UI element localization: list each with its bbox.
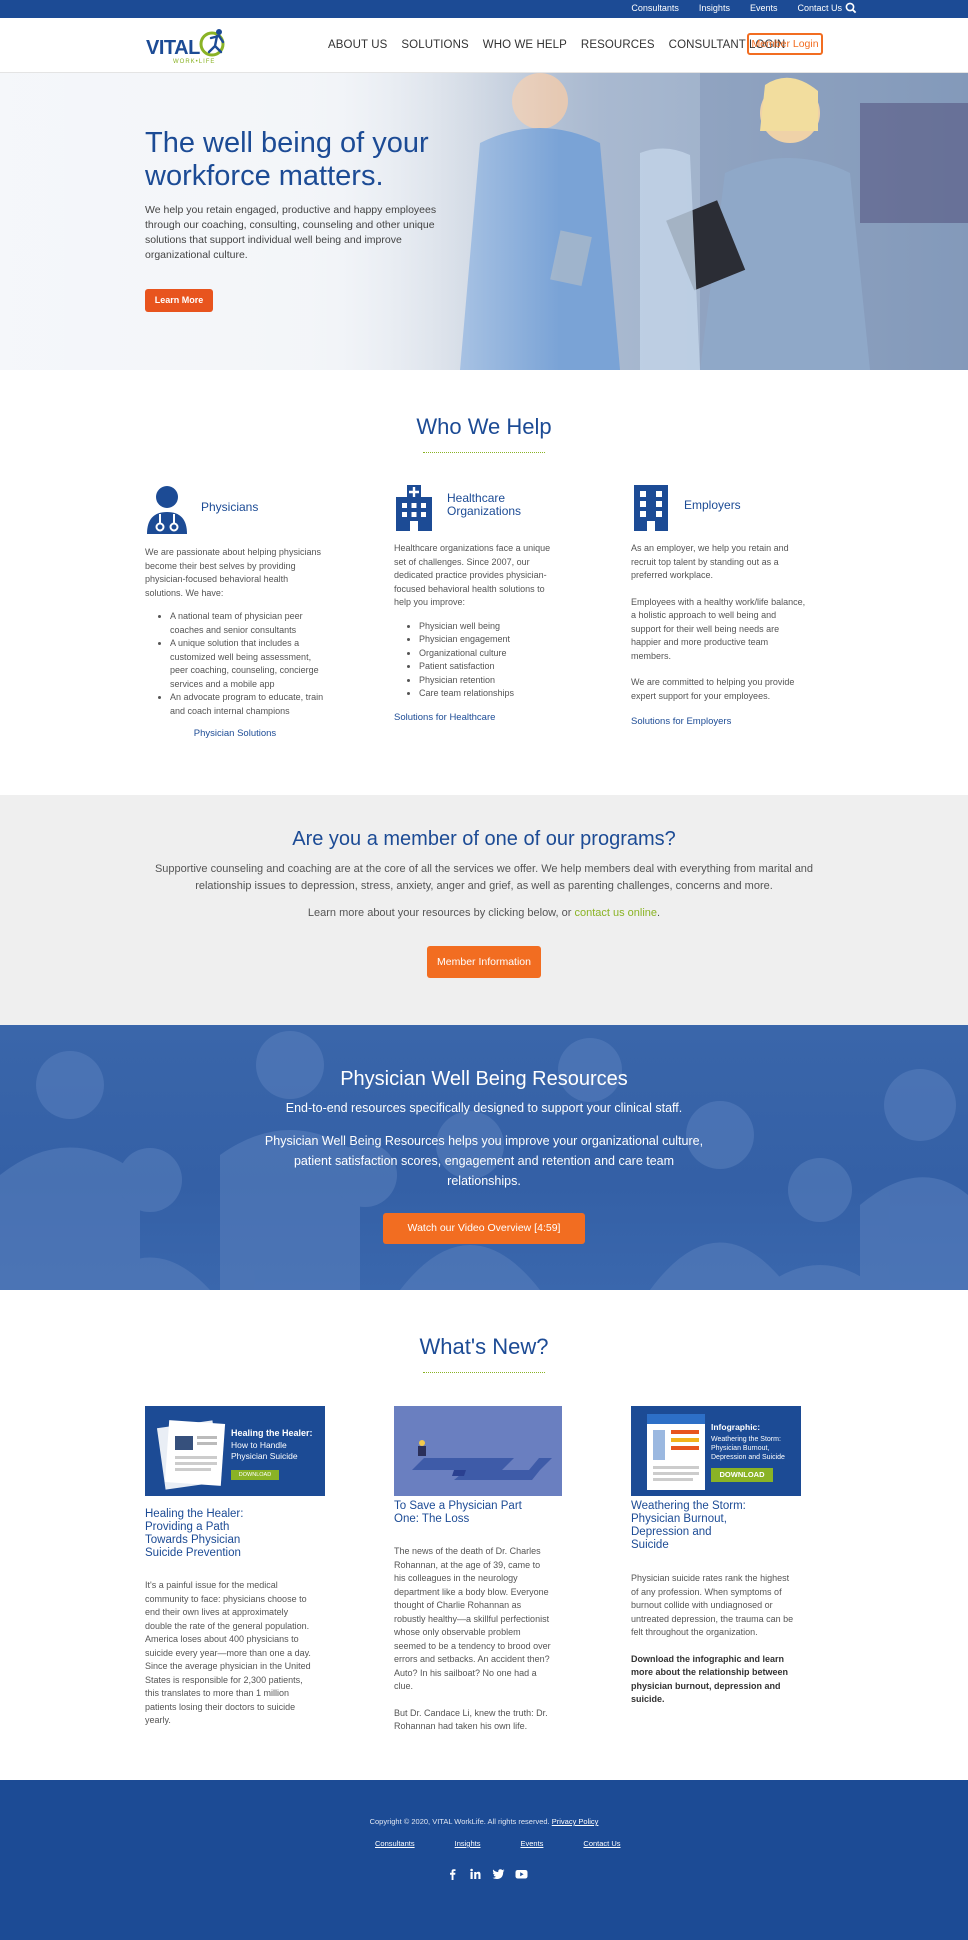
- utility-bar: Consultants Insights Events Contact Us: [0, 0, 968, 18]
- article-illustration-icon: [412, 1440, 552, 1480]
- contact-us-online-link[interactable]: contact us online: [574, 907, 657, 919]
- article-cover-icon: [156, 1420, 226, 1490]
- article-title[interactable]: To Save a Physician Part One: The Loss: [394, 1500, 524, 1526]
- util-link-events[interactable]: Events: [750, 3, 778, 13]
- thumb-subheading: How to Handle Physician Suicide: [231, 1440, 298, 1461]
- hero-body: We help you retain engaged, productive a…: [145, 204, 437, 261]
- footer: Copyright © 2020, VITAL WorkLife. All ri…: [0, 1780, 968, 1940]
- watch-video-button[interactable]: Watch our Video Overview [4:59]: [383, 1213, 585, 1244]
- nav-who-we-help[interactable]: WHO WE HELP: [483, 39, 567, 51]
- article-paragraph: The news of the death of Dr. Charles Roh…: [394, 1546, 551, 1691]
- article-body: The news of the death of Dr. Charles Roh…: [394, 1545, 554, 1734]
- footer-link-events[interactable]: Events: [520, 1839, 543, 1848]
- healthcare-bullet: Organizational culture: [419, 647, 559, 661]
- search-icon[interactable]: [844, 1, 858, 15]
- healthcare-bullet: Physician retention: [419, 674, 559, 688]
- thumb-download-button: DOWNLOAD: [711, 1468, 773, 1482]
- main-nav: ABOUT US SOLUTIONS WHO WE HELP RESOURCES…: [328, 39, 799, 51]
- members-learn-more: Learn more about your resources by click…: [0, 907, 968, 919]
- footer-copyright: Copyright © 2020, VITAL WorkLife. All ri…: [0, 1817, 968, 1826]
- facebook-icon[interactable]: [446, 1868, 459, 1880]
- physicians-bullet: A national team of physician peer coache…: [170, 610, 325, 637]
- copyright-text: Copyright © 2020, VITAL WorkLife. All ri…: [369, 1817, 550, 1826]
- article-title[interactable]: Weathering the Storm: Physician Burnout,…: [631, 1500, 751, 1552]
- thumb-subheading: Weathering the Storm: Physician Burnout,…: [711, 1436, 785, 1461]
- footer-link-insights[interactable]: Insights: [455, 1839, 481, 1848]
- pwb-subtitle: End-to-end resources specifically design…: [285, 1101, 683, 1115]
- footer-link-consultants[interactable]: Consultants: [375, 1839, 415, 1848]
- healthcare-bullet: Physician well being: [419, 620, 559, 634]
- physician-well-being-section: Physician Well Being Resources End-to-en…: [0, 1025, 968, 1290]
- nav-solutions[interactable]: SOLUTIONS: [401, 39, 468, 51]
- article-callout: Download the infographic and learn more …: [631, 1653, 789, 1705]
- employers-para: As an employer, we help you retain and r…: [631, 543, 789, 580]
- social-links: [446, 1868, 528, 1880]
- twitter-icon[interactable]: [492, 1868, 505, 1880]
- whats-new-title: What's New?: [419, 1334, 549, 1359]
- title-underline: [423, 1372, 545, 1373]
- healthcare-bullet: Patient satisfaction: [419, 660, 559, 674]
- member-programs-section: Are you a member of one of our programs?…: [0, 795, 968, 1025]
- nav-resources[interactable]: RESOURCES: [581, 39, 655, 51]
- thumb-download-button: DOWNLOAD: [231, 1470, 279, 1480]
- article-thumbnail[interactable]: [394, 1406, 562, 1496]
- pwb-body: Physician Well Being Resources helps you…: [264, 1134, 704, 1188]
- healthcare-column: Healthcare organizations face a unique s…: [394, 542, 559, 724]
- member-login-button[interactable]: Member Login: [747, 33, 823, 55]
- employers-column: As an employer, we help you retain and r…: [631, 542, 807, 729]
- util-link-contact[interactable]: Contact Us: [797, 3, 842, 13]
- physician-solutions-link[interactable]: Physician Solutions: [194, 728, 276, 739]
- employers-para: We are committed to helping you provide …: [631, 677, 795, 701]
- hero-title: The well being of your workforce matters…: [145, 127, 429, 192]
- article-thumbnail[interactable]: Infographic: Weathering the Storm: Physi…: [631, 1406, 801, 1496]
- logo-wordmark: VITAL: [146, 37, 200, 59]
- healthcare-bullet: Physician engagement: [419, 633, 559, 647]
- physicians-column: We are passionate about helping physicia…: [145, 546, 325, 741]
- learn-more-button[interactable]: Learn More: [145, 289, 213, 312]
- util-link-consultants[interactable]: Consultants: [631, 3, 679, 13]
- linkedin-icon[interactable]: [469, 1868, 482, 1880]
- title-underline: [423, 452, 545, 453]
- util-link-insights[interactable]: Insights: [699, 3, 730, 13]
- article-thumbnail[interactable]: Healing the Healer: How to Handle Physic…: [145, 1406, 325, 1496]
- employers-solutions-link[interactable]: Solutions for Employers: [631, 716, 731, 727]
- logo-tagline: WORK•LIFE: [173, 59, 216, 65]
- physicians-heading: Physicians: [201, 500, 259, 514]
- physician-icon: [147, 486, 187, 534]
- footer-links: Consultants Insights Events Contact Us: [375, 1839, 661, 1848]
- hero-banner: The well being of your workforce matters…: [0, 73, 968, 370]
- thumb-heading: Healing the Healer:: [231, 1428, 313, 1438]
- healthcare-heading: Healthcare Organizations: [447, 491, 522, 518]
- physicians-intro: We are passionate about helping physicia…: [145, 547, 321, 598]
- article-paragraph: But Dr. Candace Li, knew the truth: Dr. …: [394, 1707, 548, 1732]
- employers-heading: Employers: [684, 498, 741, 512]
- logo-figure-icon: [199, 29, 225, 57]
- nav-about-us[interactable]: ABOUT US: [328, 39, 387, 51]
- members-body: Supportive counseling and coaching are a…: [154, 863, 814, 892]
- article-title[interactable]: Healing the Healer: Providing a Path Tow…: [145, 1508, 275, 1560]
- healthcare-bullet: Care team relationships: [419, 687, 559, 701]
- healthcare-solutions-link[interactable]: Solutions for Healthcare: [394, 712, 495, 723]
- infographic-cover-icon: [647, 1414, 705, 1490]
- physicians-bullet: An advocate program to educate, train an…: [170, 691, 325, 718]
- employers-para: Employees with a healthy work/life balan…: [631, 596, 806, 661]
- footer-link-contact[interactable]: Contact Us: [583, 1839, 620, 1848]
- thumb-heading: Infographic:: [711, 1422, 761, 1432]
- members-title: Are you a member of one of our programs?: [292, 828, 676, 850]
- healthcare-intro: Healthcare organizations face a unique s…: [394, 543, 551, 607]
- hospital-icon: [396, 485, 432, 531]
- physicians-bullet: A unique solution that includes a custom…: [170, 637, 325, 691]
- article-paragraph: Physician suicide rates rank the highest…: [631, 1573, 794, 1637]
- logo[interactable]: VITAL WORK•LIFE: [143, 26, 235, 66]
- article-body: It's a painful issue for the medical com…: [145, 1580, 311, 1725]
- pwb-title: Physician Well Being Resources: [340, 1068, 628, 1090]
- office-building-icon: [634, 485, 668, 531]
- learn-more-text: Learn more about your resources by click…: [307, 907, 572, 919]
- article-body: Physician suicide rates rank the highest…: [631, 1572, 796, 1707]
- privacy-policy-link[interactable]: Privacy Policy: [552, 1817, 599, 1826]
- who-we-help-title: Who We Help: [416, 414, 552, 439]
- learn-more-suffix: .: [657, 907, 661, 919]
- member-information-button[interactable]: Member Information: [427, 946, 541, 978]
- youtube-icon[interactable]: [515, 1868, 528, 1880]
